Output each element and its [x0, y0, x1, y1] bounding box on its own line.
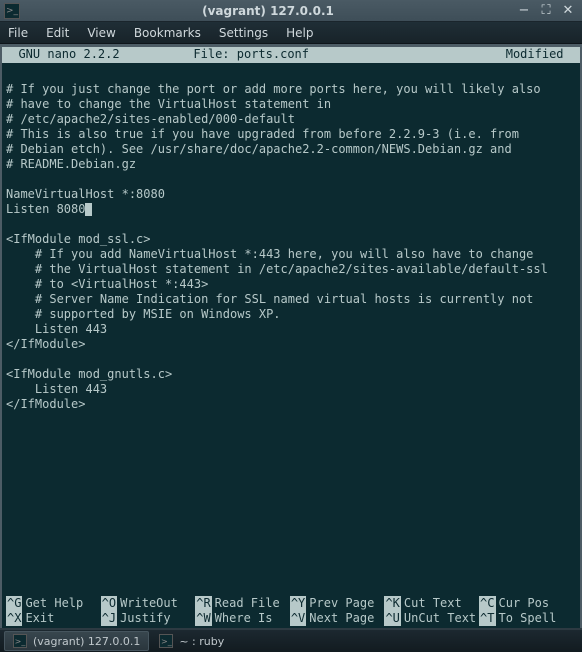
shortcut-key: ^Y — [290, 596, 306, 611]
shortcut-label: Next Page — [309, 611, 374, 626]
shortcut-key: ^U — [384, 611, 400, 626]
shortcut-item: ^C Cur Pos — [479, 596, 574, 611]
shortcut-item: ^R Read File — [195, 596, 290, 611]
menu-bookmarks[interactable]: Bookmarks — [134, 26, 201, 40]
taskbar-label: (vagrant) 127.0.0.1 — [33, 635, 140, 648]
menu-edit[interactable]: Edit — [46, 26, 69, 40]
nano-shortcuts: ^GGet Help^OWriteOut^RRead File^YPrev Pa… — [2, 596, 580, 628]
shortcut-label: To Spell — [499, 611, 557, 626]
shortcut-item: ^OWriteOut — [101, 596, 196, 611]
terminal-icon: >_ — [13, 634, 27, 648]
shortcut-item: ^YPrev Page — [290, 596, 385, 611]
shortcut-key: ^R — [195, 596, 211, 611]
menu-view[interactable]: View — [87, 26, 115, 40]
shortcut-key: ^W — [195, 611, 211, 626]
shortcut-key: ^T — [479, 611, 495, 626]
menu-help[interactable]: Help — [286, 26, 313, 40]
shortcut-key: ^K — [384, 596, 400, 611]
shortcut-item: ^K Cut Text — [384, 596, 479, 611]
shortcut-label: Get Help — [25, 596, 83, 611]
shortcut-item: ^VNext Page — [290, 611, 385, 626]
menu-settings[interactable]: Settings — [219, 26, 268, 40]
shortcut-item: ^U UnCut Text — [384, 611, 479, 626]
shortcut-item: ^T To Spell — [479, 611, 574, 626]
shortcut-item: ^W Where Is — [195, 611, 290, 626]
menu-file[interactable]: File — [8, 26, 28, 40]
taskbar-label: ~ : ruby — [179, 635, 224, 648]
shortcut-label: WriteOut — [120, 596, 178, 611]
terminal-frame: GNU nano 2.2.2 File: ports.conf Modified… — [0, 44, 582, 628]
shortcut-key: ^V — [290, 611, 306, 626]
minimize-button[interactable]: − — [516, 3, 532, 19]
shortcut-item: ^GGet Help — [6, 596, 101, 611]
shortcut-label: Prev Page — [309, 596, 374, 611]
maximize-button[interactable]: ⛶ — [538, 3, 554, 19]
nano-header: GNU nano 2.2.2 File: ports.conf Modified — [2, 47, 580, 63]
terminal-icon: >_ — [159, 634, 173, 648]
nano-version: GNU nano 2.2.2 — [4, 47, 193, 63]
close-button[interactable]: ✕ — [560, 3, 576, 19]
shortcut-label: Read File — [215, 596, 280, 611]
window-titlebar: >_ (vagrant) 127.0.0.1 − ⛶ ✕ — [0, 0, 582, 22]
taskbar-item[interactable]: >_ ~ : ruby — [151, 631, 232, 651]
shortcut-label: Justify — [120, 611, 171, 626]
taskbar: >_ (vagrant) 127.0.0.1 >_ ~ : ruby — [0, 628, 582, 652]
taskbar-item[interactable]: >_ (vagrant) 127.0.0.1 — [4, 631, 149, 651]
window-title: (vagrant) 127.0.0.1 — [20, 4, 516, 18]
shortcut-key: ^C — [479, 596, 495, 611]
shortcut-item: ^XExit — [6, 611, 101, 626]
shortcut-key: ^X — [6, 611, 22, 626]
shortcut-key: ^J — [101, 611, 117, 626]
shortcut-label: Cut Text — [404, 596, 462, 611]
editor-area[interactable]: # If you just change the port or add mor… — [2, 63, 580, 596]
shortcut-label: Cur Pos — [499, 596, 550, 611]
shortcut-item: ^JJustify — [101, 611, 196, 626]
menu-bar: File Edit View Bookmarks Settings Help — [0, 22, 582, 44]
app-icon: >_ — [4, 3, 20, 19]
nano-status: Modified — [389, 47, 578, 63]
nano-filename: File: ports.conf — [193, 47, 388, 63]
shortcut-label: Exit — [25, 611, 54, 626]
shortcut-key: ^O — [101, 596, 117, 611]
shortcut-label: Where Is — [215, 611, 273, 626]
shortcut-label: UnCut Text — [404, 611, 476, 626]
shortcut-key: ^G — [6, 596, 22, 611]
text-cursor — [85, 203, 92, 216]
window-controls: − ⛶ ✕ — [516, 3, 576, 19]
